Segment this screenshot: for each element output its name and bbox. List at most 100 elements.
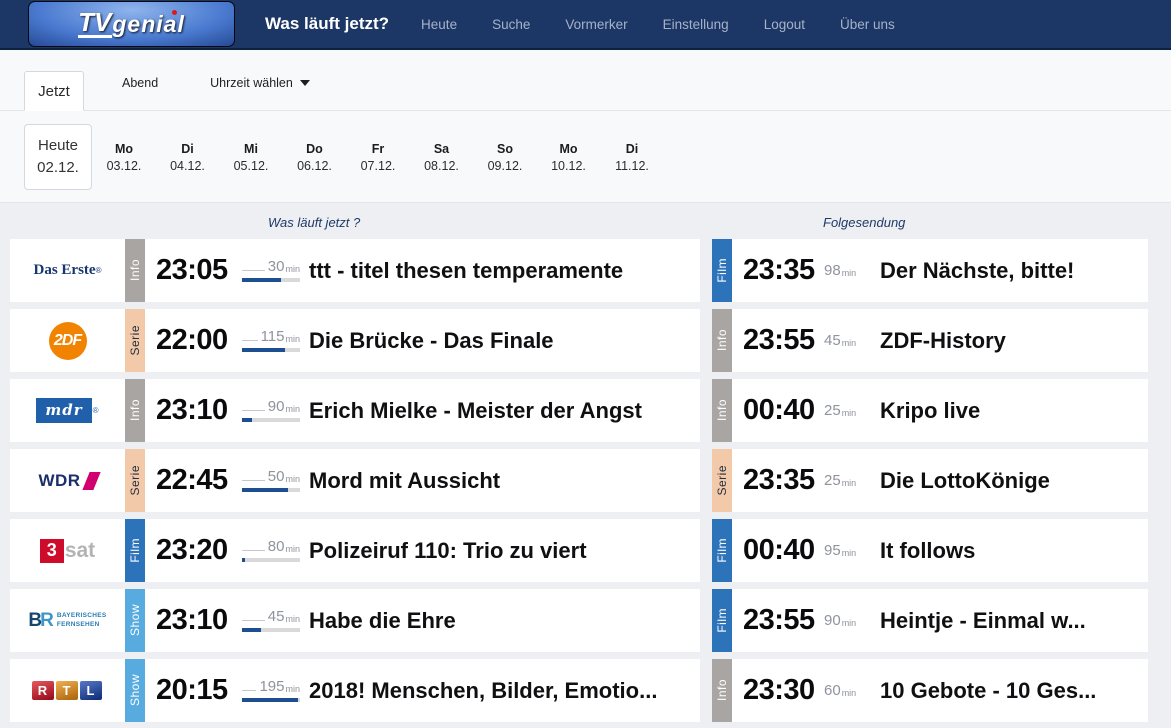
- date-item[interactable]: Sa08.12.: [410, 140, 473, 173]
- genre-badge-label: Show: [128, 674, 142, 706]
- nav-item-einstellung[interactable]: Einstellung: [663, 17, 729, 32]
- channel-logo-zdf: 2DF: [10, 309, 125, 372]
- nav-item-suche[interactable]: Suche: [492, 17, 530, 32]
- next-program-card[interactable]: Info 00:40 25min Kripo live: [712, 379, 1148, 442]
- column-header-now: Was läuft jetzt ?: [268, 215, 360, 230]
- genre-badge: Info: [125, 239, 145, 302]
- next-program-card[interactable]: Film 00:40 95min It follows: [712, 519, 1148, 582]
- genre-badge-label: Serie: [128, 325, 142, 356]
- start-time: 23:05: [145, 254, 242, 287]
- program-title: Mord mit Aussicht: [309, 468, 700, 494]
- now-program-card[interactable]: mdr® Info 23:10 90min Erich Mielke - Mei…: [10, 379, 700, 442]
- duration-value: 80: [268, 539, 285, 554]
- tab-abend[interactable]: Abend: [122, 76, 158, 90]
- program-title: 10 Gebote - 10 Ges...: [880, 678, 1148, 704]
- genre-badge: Show: [125, 589, 145, 652]
- date-item[interactable]: Mo10.12.: [537, 140, 600, 173]
- genre-badge: Film: [712, 519, 732, 582]
- genre-badge: Info: [125, 379, 145, 442]
- date-day-label: Heute: [38, 135, 78, 157]
- genre-badge: Info: [712, 659, 732, 722]
- now-program-card[interactable]: 2DF Serie 22:00 115min Die Brücke - Das …: [10, 309, 700, 372]
- duration-unit: min: [285, 265, 300, 274]
- genre-badge-label: Info: [715, 329, 729, 351]
- next-program-card[interactable]: Film 23:55 90min Heintje - Einmal w...: [712, 589, 1148, 652]
- duration-value: 90: [268, 399, 285, 414]
- duration-unit: min: [285, 475, 300, 484]
- now-program-card[interactable]: WDR Serie 22:45 50min Mord mit Aussicht: [10, 449, 700, 512]
- date-item[interactable]: Do06.12.: [283, 140, 346, 173]
- progress-bar: [242, 488, 300, 492]
- time-picker-dropdown[interactable]: Uhrzeit wählen: [210, 76, 310, 90]
- program-row: 3sat Film 23:20 80min Polizeiruf 110: Tr…: [10, 519, 1171, 582]
- logo-red-dot-icon: [172, 10, 177, 15]
- duration: 45min: [824, 333, 872, 348]
- duration: 25min: [824, 403, 872, 418]
- nav-item-ueber-uns[interactable]: Über uns: [840, 17, 895, 32]
- start-time: 22:00: [145, 324, 242, 357]
- wdr-slash-icon: [82, 472, 100, 490]
- program-title: Erich Mielke - Meister der Angst: [309, 398, 700, 424]
- program-title: Polizeiruf 110: Trio zu viert: [309, 538, 700, 564]
- program-row: Das Erste® Info 23:05 30min ttt - titel …: [10, 239, 1171, 302]
- genre-badge-label: Show: [128, 604, 142, 636]
- now-program-card[interactable]: RTL Show 20:15 195min 2018! Menschen, Bi…: [10, 659, 700, 722]
- start-time: 20:15: [145, 674, 242, 707]
- duration: 98min: [824, 263, 872, 278]
- genre-badge: Film: [712, 239, 732, 302]
- duration-progress: 45min: [242, 609, 300, 632]
- date-item[interactable]: Mi05.12.: [220, 140, 283, 173]
- genre-badge-label: Film: [715, 608, 729, 633]
- date-item[interactable]: So09.12.: [474, 140, 537, 173]
- tab-jetzt[interactable]: Jetzt: [24, 71, 84, 111]
- duration-unit: min: [285, 405, 300, 414]
- genre-badge: Film: [125, 519, 145, 582]
- program-title: 2018! Menschen, Bilder, Emotio...: [309, 678, 700, 704]
- next-program-card[interactable]: Serie 23:35 25min Die LottoKönige: [712, 449, 1148, 512]
- program-row: 2DF Serie 22:00 115min Die Brücke - Das …: [10, 309, 1171, 372]
- duration-value: 50: [268, 469, 285, 484]
- genre-badge: Film: [712, 589, 732, 652]
- date-item[interactable]: Di11.12.: [601, 140, 664, 173]
- now-program-card[interactable]: BRBAYERISCHESFERNSEHEN Show 23:10 45min …: [10, 589, 700, 652]
- progress-bar: [242, 628, 300, 632]
- duration-value: 45: [268, 609, 285, 624]
- duration-progress: 30min: [242, 259, 300, 282]
- duration-value: 30: [268, 259, 285, 274]
- app-logo[interactable]: TVgenial: [28, 1, 235, 47]
- next-program-card[interactable]: Info 23:30 60min 10 Gebote - 10 Ges...: [712, 659, 1148, 722]
- date-item[interactable]: Fr07.12.: [347, 140, 410, 173]
- start-time: 23:55: [732, 604, 824, 637]
- progress-fill: [242, 628, 261, 632]
- channel-logo-rtl: RTL: [10, 659, 125, 722]
- program-title: ttt - titel thesen temperamente: [309, 258, 700, 284]
- now-program-card[interactable]: 3sat Film 23:20 80min Polizeiruf 110: Tr…: [10, 519, 700, 582]
- start-time: 23:35: [732, 254, 824, 287]
- date-item[interactable]: Mo03.12.: [93, 140, 156, 173]
- date-item[interactable]: Di04.12.: [156, 140, 219, 173]
- next-program-card[interactable]: Info 23:55 45min ZDF-History: [712, 309, 1148, 372]
- program-row: WDR Serie 22:45 50min Mord mit Aussicht …: [10, 449, 1171, 512]
- duration-progress: 195min: [242, 679, 300, 702]
- app-logo-tv: TV: [78, 10, 112, 39]
- chevron-down-icon: [300, 80, 310, 86]
- next-program-card[interactable]: Film 23:35 98min Der Nächste, bitte!: [712, 239, 1148, 302]
- channel-logo-mdr: mdr®: [10, 379, 125, 442]
- genre-badge-label: Film: [128, 538, 142, 563]
- duration-unit: min: [285, 685, 300, 694]
- program-row: RTL Show 20:15 195min 2018! Menschen, Bi…: [10, 659, 1171, 722]
- nav-item-heute[interactable]: Heute: [421, 17, 457, 32]
- genre-badge-label: Film: [715, 538, 729, 563]
- progress-bar: [242, 278, 300, 282]
- nav-item-vormerker[interactable]: Vormerker: [565, 17, 627, 32]
- date-item-heute[interactable]: Heute 02.12.: [24, 124, 92, 190]
- duration-value: 195: [259, 679, 284, 694]
- start-time: 23:30: [732, 674, 824, 707]
- channel-logo-wdr: WDR: [10, 449, 125, 512]
- now-program-card[interactable]: Das Erste® Info 23:05 30min ttt - titel …: [10, 239, 700, 302]
- duration-value: 115: [261, 329, 285, 344]
- genre-badge: Info: [712, 379, 732, 442]
- progress-fill: [242, 278, 281, 282]
- nav-item-logout[interactable]: Logout: [764, 17, 805, 32]
- program-row: BRBAYERISCHESFERNSEHEN Show 23:10 45min …: [10, 589, 1171, 652]
